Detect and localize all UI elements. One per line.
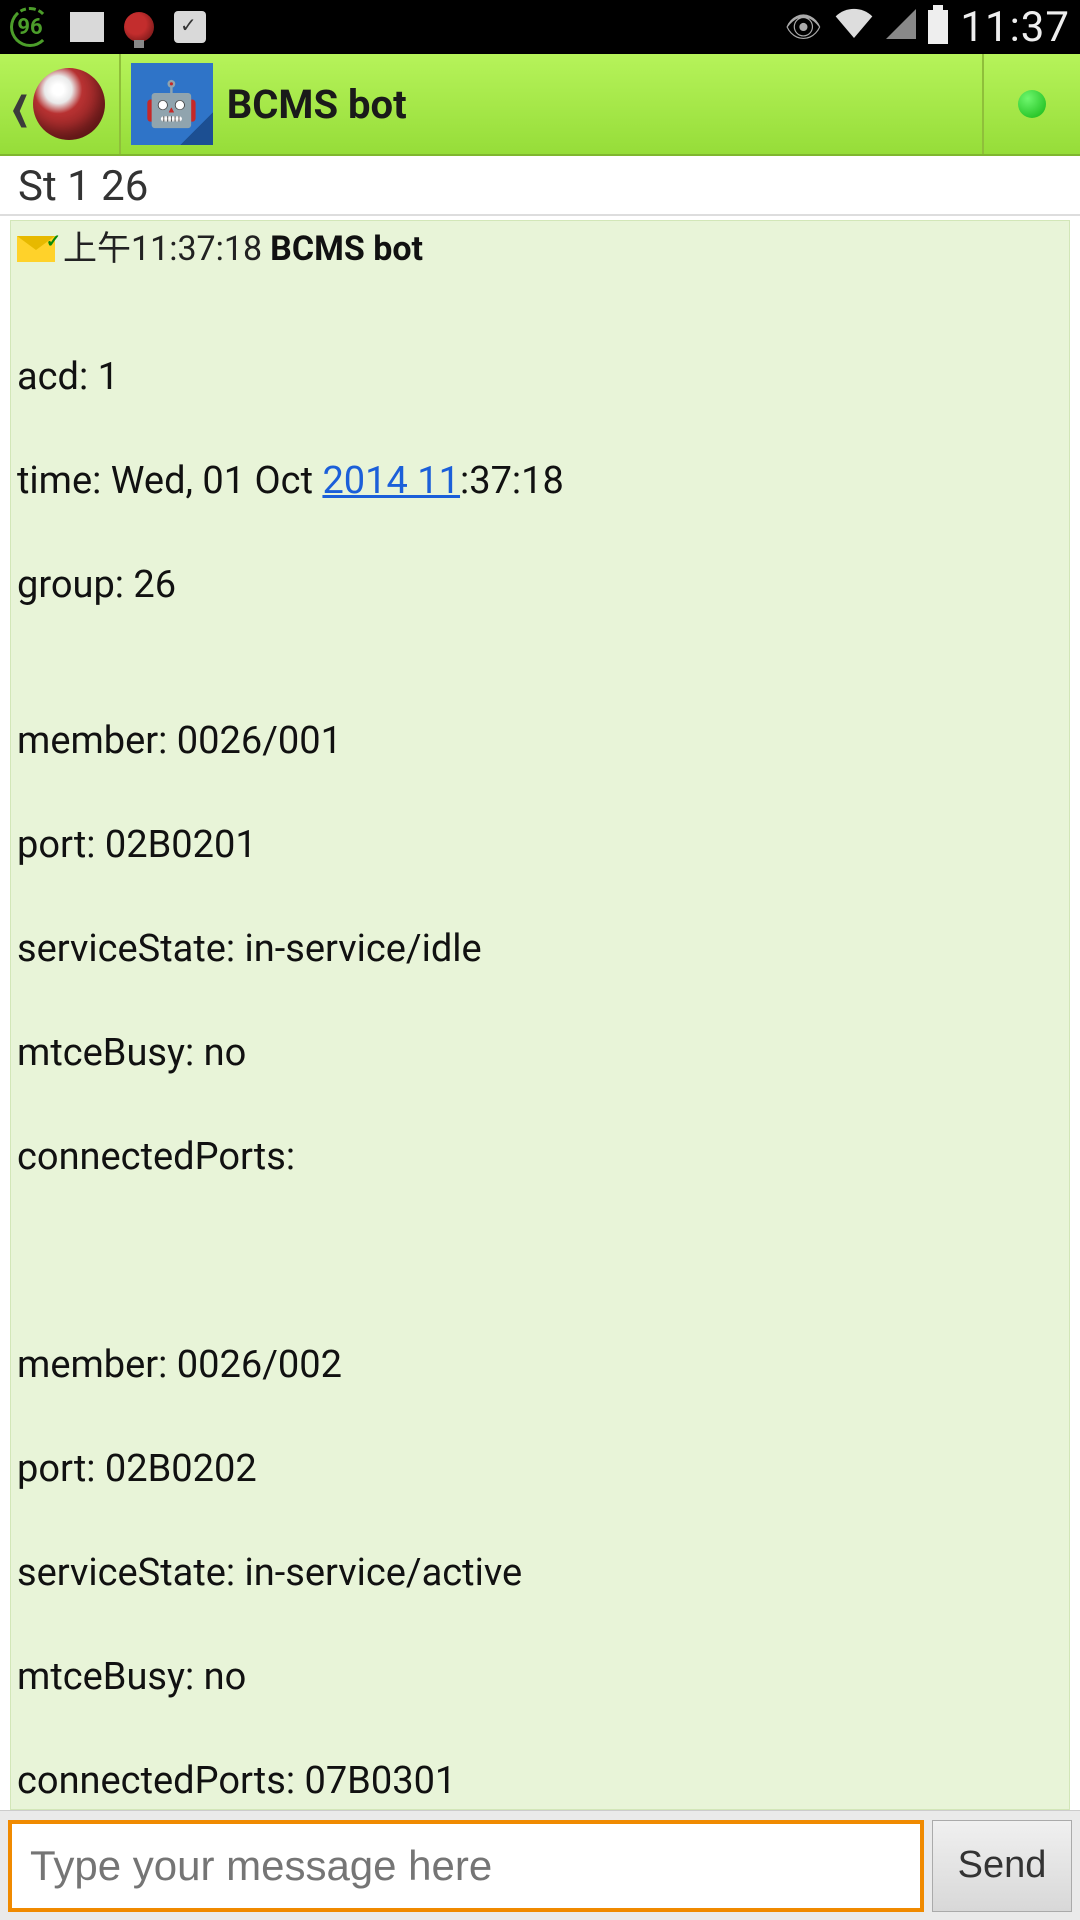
- time-link[interactable]: 2014 11: [322, 459, 460, 503]
- m2-cp: connectedPorts: 07B0301: [17, 1755, 1063, 1807]
- image-icon: [70, 12, 104, 42]
- message-header: 上午11:37:18 BCMS bot: [17, 223, 1063, 275]
- contact-avatar[interactable]: 🤖: [131, 63, 213, 145]
- chevron-left-icon: ‹: [10, 54, 29, 153]
- m1-mb: mtceBusy: no: [17, 1027, 1063, 1079]
- m2-member: member: 0026/002: [17, 1339, 1063, 1391]
- status-right: 👁 11:37: [784, 3, 1070, 52]
- message-area[interactable]: 上午11:37:18 BCMS bot acd: 1 time: Wed, 01…: [0, 216, 1080, 1810]
- presence-indicator: [982, 54, 1080, 154]
- cpu-badge-icon: 96: [10, 7, 50, 47]
- m1-port: port: 02B0201: [17, 819, 1063, 871]
- time-pre: time: Wed, 01 Oct: [17, 459, 322, 503]
- message-sender: BCMS bot: [270, 223, 423, 275]
- date-separator: St 1 26: [0, 156, 1080, 216]
- message-timestamp: 上午11:37:18: [63, 223, 262, 275]
- cell-signal-icon: [886, 6, 916, 48]
- m1-member: member: 0026/001: [17, 715, 1063, 767]
- android-icon: 🤖: [144, 78, 199, 130]
- line-group: group: 26: [17, 559, 1063, 611]
- m1-ss: serviceState: in-service/idle: [17, 923, 1063, 975]
- battery-icon: [928, 10, 948, 44]
- time-post: :37:18: [460, 459, 564, 503]
- m2-mb: mtceBusy: no: [17, 1651, 1063, 1703]
- bulb-icon: [124, 12, 154, 42]
- line-acd: acd: 1: [17, 351, 1063, 403]
- shopping-bag-icon: [174, 11, 206, 43]
- app-logo-icon: [33, 68, 105, 140]
- m2-port: port: 02B0202: [17, 1443, 1063, 1495]
- m2-ss: serviceState: in-service/active: [17, 1547, 1063, 1599]
- clock-time: 11:37: [960, 3, 1070, 52]
- wifi-icon: [834, 7, 874, 48]
- composer: Send: [0, 1810, 1080, 1920]
- chat-title: BCMS bot: [227, 81, 407, 128]
- online-dot-icon: [1018, 90, 1046, 118]
- app-header: ‹ 🤖 BCMS bot: [0, 54, 1080, 156]
- eye-icon: 👁: [784, 10, 822, 45]
- envelope-icon: [17, 236, 55, 262]
- status-bar: 96 👁 11:37: [0, 0, 1080, 54]
- message-body: acd: 1 time: Wed, 01 Oct 2014 11:37:18 g…: [17, 299, 1063, 1810]
- m1-cp: connectedPorts:: [17, 1131, 1063, 1183]
- send-button[interactable]: Send: [932, 1820, 1072, 1912]
- message-input[interactable]: [8, 1820, 924, 1912]
- incoming-message[interactable]: 上午11:37:18 BCMS bot acd: 1 time: Wed, 01…: [10, 220, 1070, 1810]
- back-button[interactable]: ‹: [0, 54, 121, 154]
- line-time: time: Wed, 01 Oct 2014 11:37:18: [17, 455, 1063, 507]
- status-left: 96: [10, 7, 206, 47]
